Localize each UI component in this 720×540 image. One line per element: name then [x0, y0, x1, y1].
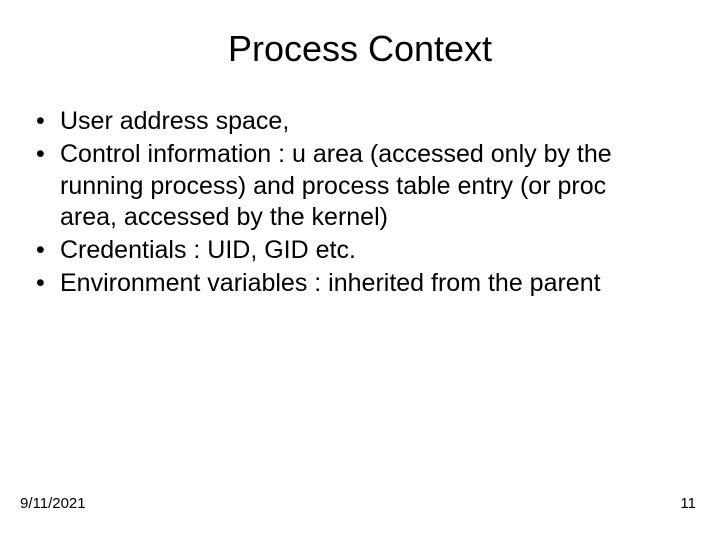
list-item: Credentials : UID, GID etc.	[32, 235, 660, 266]
slide: Process Context User address space, Cont…	[0, 0, 720, 540]
list-item: Environment variables : inherited from t…	[32, 268, 660, 299]
content-area: User address space, Control information …	[20, 106, 700, 300]
list-item: Control information : u area (accessed o…	[32, 139, 660, 233]
footer: 9/11/2021 11	[20, 495, 696, 512]
list-item: User address space,	[32, 106, 660, 137]
bullet-list: User address space, Control information …	[32, 106, 660, 300]
footer-date: 9/11/2021	[20, 495, 86, 512]
page-title: Process Context	[20, 28, 700, 70]
footer-page-number: 11	[680, 495, 696, 512]
